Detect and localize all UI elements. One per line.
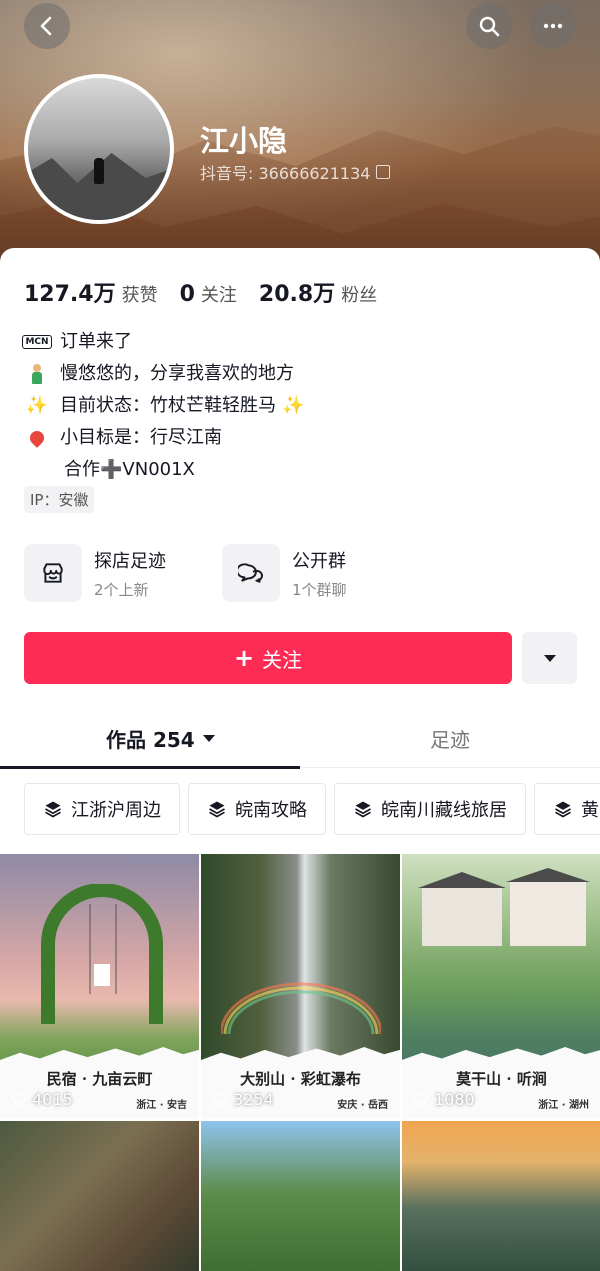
sparkles-icon: ✨ [25,395,49,416]
layers-icon [355,801,371,818]
stat-followers[interactable]: 20.8万 粉丝 [259,276,377,308]
douyin-id[interactable]: 抖音号: 36666621134 [200,160,391,184]
plus-icon: + [233,644,255,672]
floral-arch-image [41,884,163,1024]
stat-likes[interactable]: 127.4万 获赞 [24,276,158,308]
sparkles-icon: ✨ [282,395,305,416]
store-icon [24,544,82,602]
collection-chip[interactable]: 皖南攻略 [188,783,326,835]
feature-public-group[interactable]: 公开群 1个群聊 [222,544,420,602]
heart-icon [212,1092,228,1107]
caret-down-icon [543,654,556,662]
chevron-left-icon [40,16,52,36]
collection-chips: 江浙沪周边 皖南攻略 皖南川藏线旅居 黄 [24,783,600,835]
collection-chip[interactable]: 皖南川藏线旅居 [334,783,526,835]
follow-dropdown-button[interactable] [522,632,577,684]
content-tabs: 作品 254 足迹 [0,718,600,769]
profile-card: 127.4万 获赞 0 关注 20.8万 粉丝 MCN 订单来了 慢悠悠的，分享… [0,248,600,1271]
feature-row: 探店足迹 2个上新 公开群 1个群聊 [24,544,420,602]
more-dots-icon [543,23,563,29]
bio-line: 合作➕VN001X [64,459,195,480]
search-icon [479,16,500,37]
layers-icon [45,801,61,818]
copy-icon[interactable] [376,165,391,179]
bio-line: MCN 订单来了 [22,326,304,358]
post-thumbnail[interactable] [201,1121,400,1271]
collection-chip[interactable]: 江浙沪周边 [24,783,180,835]
stat-following[interactable]: 0 关注 [180,281,237,307]
douyin-id-text: 抖音号: 36666621134 [200,164,371,183]
tab-works[interactable]: 作品 254 [106,724,215,753]
avatar[interactable] [24,74,174,224]
layers-icon [209,801,225,818]
bio-line: 慢悠悠的，分享我喜欢的地方 [24,358,304,390]
profile-name: 江小隐 [200,124,288,158]
person-icon [24,364,50,384]
post-thumbnail[interactable] [402,1121,600,1271]
more-button[interactable] [530,3,576,49]
likes-count: 4015 [10,1090,73,1109]
layers-icon [555,801,571,818]
post-thumbnail[interactable] [0,1121,199,1271]
heart-icon [11,1092,27,1107]
tab-indicator [0,766,300,769]
rainbow-image [221,982,381,1034]
buildings-image [418,868,590,946]
caret-down-icon [202,735,215,742]
back-button[interactable] [24,3,70,49]
post-thumbnail[interactable]: 莫干山 · 听涧 浙江 · 湖州 1080 [402,854,600,1119]
mcn-icon: MCN [22,335,52,349]
pin-icon [24,428,50,448]
likes-count: 3254 [211,1090,274,1109]
chat-icon [222,544,280,602]
stats-row: 127.4万 获赞 0 关注 20.8万 粉丝 [24,276,399,308]
follow-button[interactable]: + 关注 [24,632,512,684]
search-button[interactable] [466,3,512,49]
heart-icon [413,1092,429,1107]
bio-line: 小目标是：行尽江南 [24,422,304,454]
bio: MCN 订单来了 慢悠悠的，分享我喜欢的地方 ✨ 目前状态：竹杖芒鞋轻胜马 ✨ … [22,326,305,486]
post-thumbnail[interactable]: 大别山 · 彩虹瀑布 安庆 · 岳西 3254 [201,854,400,1119]
collection-chip[interactable]: 黄 [534,783,600,835]
tab-footprints[interactable]: 足迹 [430,724,470,753]
feature-store-visits[interactable]: 探店足迹 2个上新 [24,544,222,602]
likes-count: 1080 [412,1090,475,1109]
bio-line: ✨ 目前状态：竹杖芒鞋轻胜马 ✨ [24,390,305,422]
post-thumbnail[interactable]: 民宿 · 九亩云町 浙江 · 安吉 4015 [0,854,199,1119]
ip-location-badge: IP：安徽 [24,486,95,513]
